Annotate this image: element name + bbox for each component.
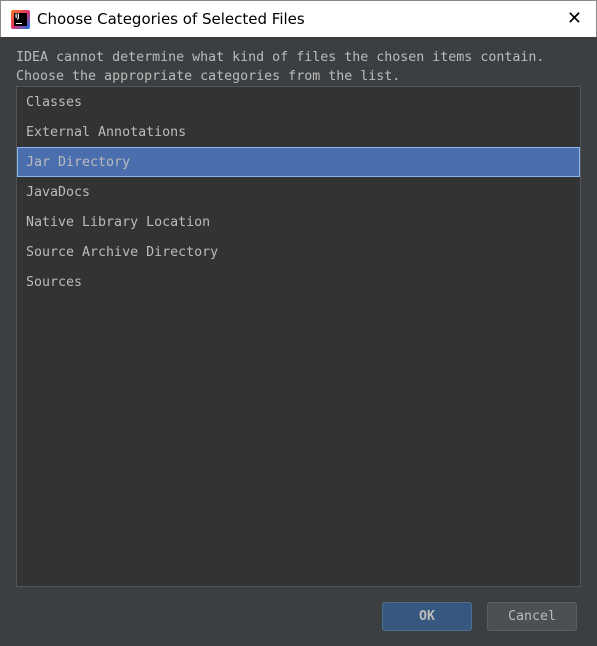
close-icon[interactable]: ✕: [567, 8, 582, 29]
dialog-title: Choose Categories of Selected Files: [37, 10, 305, 28]
message-line-1: IDEA cannot determine what kind of files…: [16, 50, 545, 65]
intellij-idea-logo-icon: IJ: [11, 10, 30, 29]
list-item[interactable]: JavaDocs: [17, 177, 580, 207]
categories-list[interactable]: Classes External Annotations Jar Directo…: [16, 86, 581, 587]
title-bar: IJ Choose Categories of Selected Files ✕: [0, 0, 597, 37]
cancel-button[interactable]: Cancel: [487, 602, 577, 631]
list-item[interactable]: Classes: [17, 87, 580, 117]
list-item[interactable]: Sources: [17, 267, 580, 297]
list-item-selected[interactable]: Jar Directory: [17, 147, 580, 177]
list-item[interactable]: External Annotations: [17, 117, 580, 147]
list-item[interactable]: Source Archive Directory: [17, 237, 580, 267]
ok-button[interactable]: OK: [382, 602, 472, 631]
list-item[interactable]: Native Library Location: [17, 207, 580, 237]
message-line-2: Choose the appropriate categories from t…: [16, 69, 401, 84]
message: IDEA cannot determine what kind of files…: [16, 48, 544, 86]
